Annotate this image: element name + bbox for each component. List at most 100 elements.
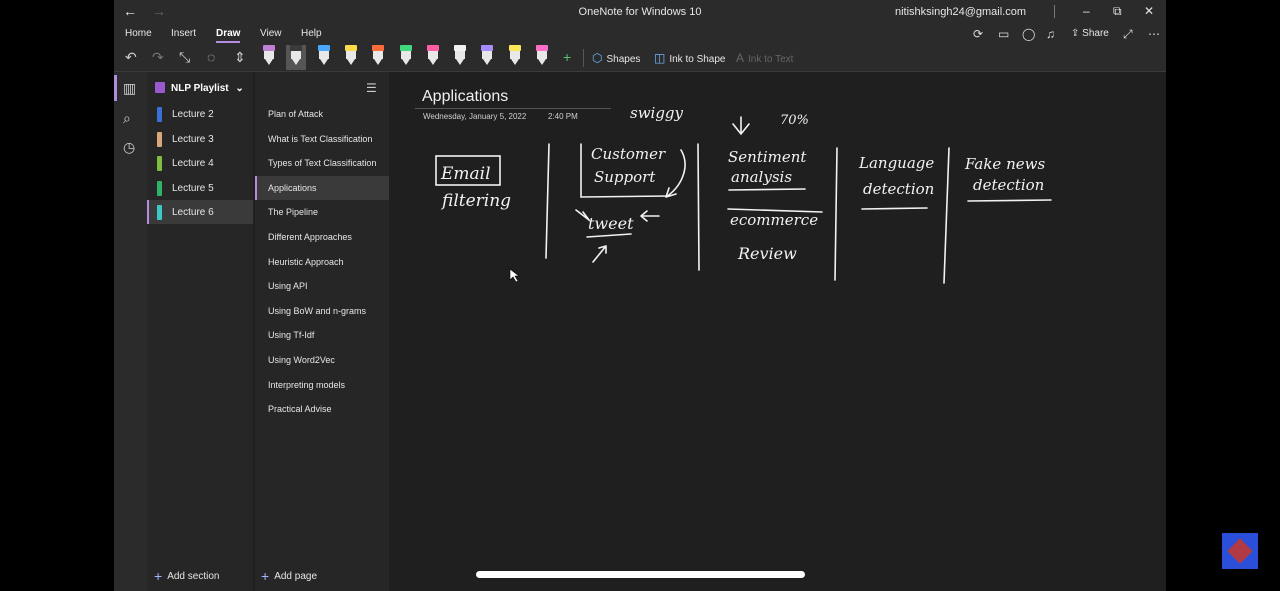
mouse-cursor-icon: [509, 268, 520, 283]
recent-icon[interactable]: ◷: [123, 139, 135, 156]
pen-7-button[interactable]: [426, 45, 439, 67]
pen-9-button[interactable]: [481, 45, 494, 67]
ink-to-text-button[interactable]: A Ink to Text: [736, 51, 793, 65]
more-icon[interactable]: ⋯: [1148, 27, 1160, 41]
page-item[interactable]: Heuristic Approach: [255, 250, 389, 274]
tab-view[interactable]: View: [260, 28, 282, 39]
page-item[interactable]: Different Approaches: [255, 225, 389, 249]
pen-body: [427, 51, 438, 59]
notebook-selector[interactable]: NLP Playlist ⌄: [155, 82, 244, 94]
type-select-icon[interactable]: ⤡: [179, 49, 190, 66]
tab-insert[interactable]: Insert: [171, 28, 196, 39]
pen-8-button[interactable]: [454, 45, 467, 67]
tab-draw[interactable]: Draw: [216, 28, 241, 43]
pen-tip: [510, 59, 519, 65]
pen-body: [264, 51, 274, 59]
sort-icon[interactable]: ☰: [366, 81, 377, 95]
section-item[interactable]: Lecture 5: [147, 176, 253, 200]
share-button[interactable]: ⇪ Share: [1071, 28, 1109, 39]
shapes-button[interactable]: ⬡ Shapes: [592, 51, 640, 65]
page-canvas[interactable]: Applications Wednesday, January 5, 2022 …: [391, 72, 1166, 591]
pen-6-button[interactable]: [399, 45, 412, 67]
page-item[interactable]: Using BoW and n-grams: [255, 299, 389, 323]
ink-review: Review: [737, 244, 797, 263]
add-pen-icon[interactable]: +: [563, 49, 571, 65]
section-item[interactable]: Lecture 6: [147, 200, 253, 225]
home-indicator-bar[interactable]: [476, 571, 805, 578]
page-item[interactable]: Using Tf-Idf: [255, 323, 389, 347]
pen-body: [537, 51, 547, 59]
page-label: The Pipeline: [268, 207, 319, 218]
section-color-tab: [157, 180, 162, 196]
page-label: Interpreting models: [268, 379, 346, 390]
tab-help[interactable]: Help: [301, 28, 322, 39]
page-item[interactable]: Types of Text Classification: [255, 151, 389, 175]
page-item[interactable]: Using Word2Vec: [255, 348, 389, 372]
section-item[interactable]: Lecture 3: [147, 127, 253, 151]
maximize-button[interactable]: ⧉: [1113, 4, 1122, 19]
page-label: Different Approaches: [268, 232, 352, 242]
page-label: Practical Advise: [268, 404, 332, 415]
pen-10-button[interactable]: [508, 45, 521, 67]
page-item[interactable]: Practical Advise: [255, 397, 389, 421]
ink-fake-news: Fake news: [964, 155, 1045, 173]
pen-4-button[interactable]: [344, 45, 357, 67]
page-item[interactable]: Plan of Attack: [255, 102, 389, 126]
add-section-button[interactable]: + Add section: [154, 568, 219, 584]
section-color-tab: [157, 107, 162, 122]
draw-ribbon: ↶ ↷ ⤡ ◌ ⇕ + ⬡ Shapes ◫ Ink to Shape A Ink t…: [114, 44, 1166, 72]
pages-pane: ☰ Plan of Attack What is Text Classificat…: [255, 72, 389, 591]
ink-to-shape-button[interactable]: ◫ Ink to Shape: [654, 51, 726, 65]
page-item[interactable]: Using API: [255, 274, 389, 298]
notebook-icon[interactable]: ▭: [998, 27, 1009, 41]
lasso-icon[interactable]: ◌: [207, 49, 215, 65]
notebook-icon: [155, 82, 165, 93]
ink-to-shape-icon: ◫: [654, 51, 666, 65]
ink-drawing: Email filtering Customer Support swiggy …: [435, 104, 1052, 284]
share-label: Share: [1082, 28, 1109, 39]
pen-5-button[interactable]: [372, 45, 385, 67]
notebooks-icon[interactable]: ▥: [123, 80, 136, 97]
ink-email: Email: [440, 164, 491, 184]
page-item[interactable]: Applications: [255, 175, 389, 200]
user-account[interactable]: nitishksingh24@gmail.com: [895, 6, 1026, 18]
redo-icon[interactable]: ↷: [152, 49, 164, 66]
sync-icon[interactable]: ⟳: [973, 27, 983, 41]
separator-2: [697, 143, 700, 271]
pen-tip: [538, 59, 546, 65]
page-item[interactable]: What is Text Classification: [255, 127, 389, 151]
pen-3-button[interactable]: [317, 45, 330, 67]
pen-body: [318, 51, 329, 59]
page-item[interactable]: Interpreting models: [255, 373, 389, 397]
down-arrow-sentiment: [732, 116, 750, 136]
lightbulb-icon[interactable]: ◯: [1022, 27, 1035, 41]
add-space-icon[interactable]: ⇕: [234, 49, 246, 66]
page-item[interactable]: The Pipeline: [255, 200, 389, 224]
pen-1-button[interactable]: [263, 45, 275, 67]
section-color-tab: [157, 156, 162, 172]
fullscreen-icon[interactable]: ⤢: [1123, 27, 1133, 42]
tab-home[interactable]: Home: [125, 28, 152, 39]
bell-icon[interactable]: ♫: [1046, 27, 1055, 41]
pen-tip: [483, 59, 492, 65]
search-icon[interactable]: ⌕: [123, 110, 131, 127]
undo-icon[interactable]: ↶: [125, 49, 137, 66]
ink-to-shape-label: Ink to Shape: [669, 54, 726, 65]
pen-2-button[interactable]: [286, 45, 307, 70]
title-separator: [1054, 5, 1055, 18]
menu-bar: Home Insert Draw View Help ⟳ ▭ ◯ ♫ ⇪ Sha…: [114, 24, 1166, 44]
shapes-icon: ⬡: [592, 51, 603, 65]
close-button[interactable]: ✕: [1144, 4, 1154, 18]
tweet-underline: [586, 233, 632, 238]
pen-11-button[interactable]: [536, 45, 548, 67]
separator-1: [545, 143, 550, 259]
section-item[interactable]: Lecture 4: [147, 151, 253, 175]
page-label: Plan of Attack: [268, 109, 324, 119]
pen-body: [455, 51, 466, 59]
pen-tip: [265, 59, 273, 65]
sections-pane: NLP Playlist ⌄ Lecture 2 Lecture 3 Lecture…: [147, 72, 253, 591]
minimize-button[interactable]: –: [1083, 4, 1090, 18]
add-page-button[interactable]: + Add page: [261, 568, 317, 584]
section-item[interactable]: Lecture 2: [147, 102, 253, 126]
title-bar: ← → OneNote for Windows 10 nitishksingh2…: [114, 0, 1166, 24]
